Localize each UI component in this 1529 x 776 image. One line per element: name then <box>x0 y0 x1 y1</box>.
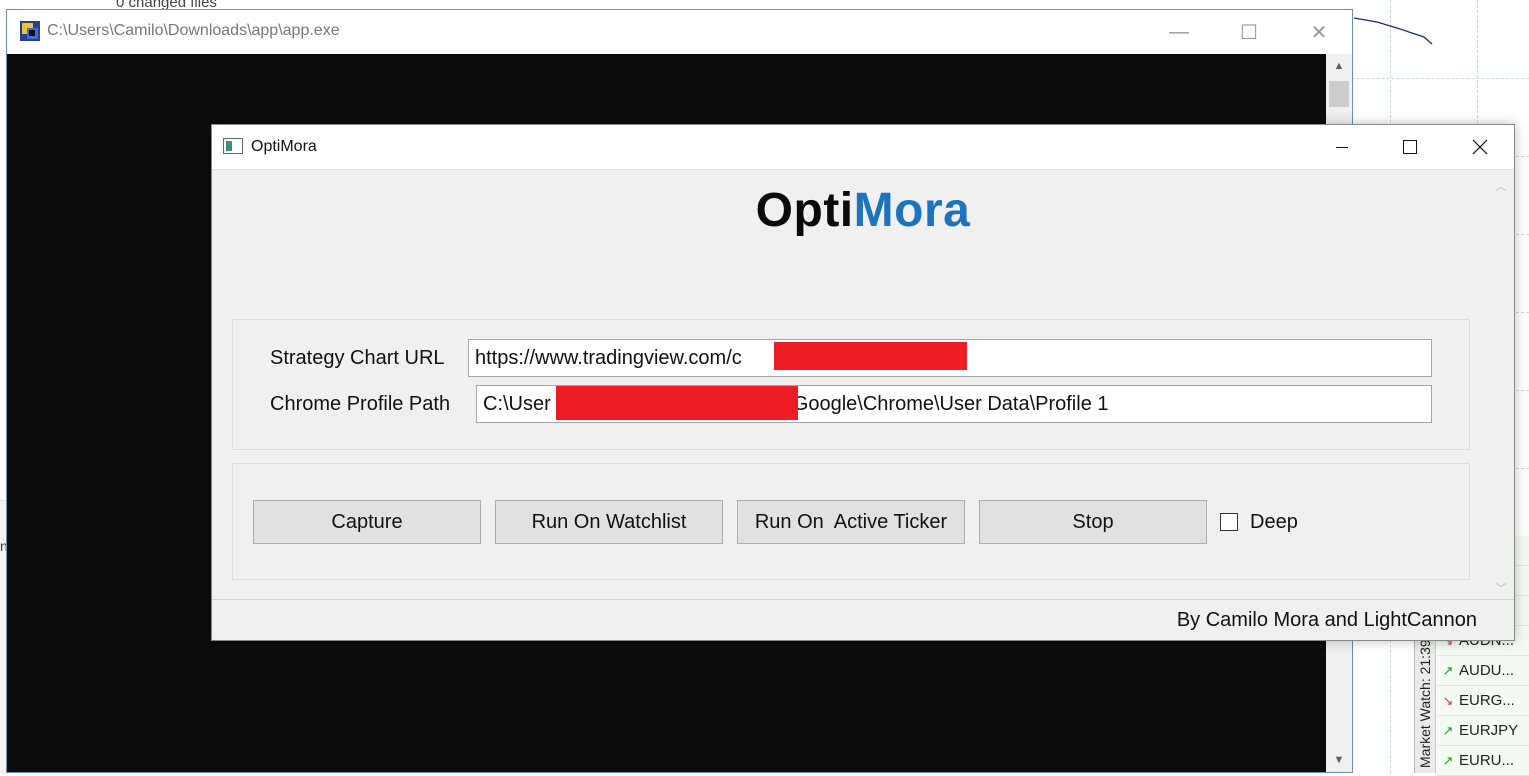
console-close-button[interactable]: ✕ <box>1299 18 1339 46</box>
app-exe-icon <box>20 21 40 41</box>
scroll-up-icon[interactable]: ▲ <box>1326 60 1352 72</box>
minimize-button[interactable] <box>1312 129 1372 165</box>
market-watch-row[interactable]: ↗ EURJPY <box>1437 716 1529 746</box>
logo-mora: Mora <box>853 184 971 237</box>
chrome-profile-suffix: Google\Chrome\User Data\Profile 1 <box>792 393 1109 415</box>
deep-checkbox-label[interactable]: Deep <box>1250 511 1298 534</box>
minimize-icon <box>1336 147 1348 148</box>
arrow-up-icon: ↗ <box>1442 752 1454 768</box>
optimora-titlebar[interactable]: OptiMora <box>212 125 1514 170</box>
redaction-bar <box>774 342 967 370</box>
chevron-down-icon[interactable]: ﹀ <box>1488 580 1514 596</box>
chevron-up-icon[interactable]: ︿ <box>1488 178 1514 194</box>
console-maximize-button[interactable]: ☐ <box>1229 18 1269 46</box>
market-watch-symbol: EURU... <box>1459 752 1515 769</box>
console-minimize-button[interactable]: — <box>1159 18 1199 46</box>
run-active-ticker-button[interactable]: Run On Active Ticker <box>737 500 965 544</box>
market-watch-symbol: EURG... <box>1459 692 1515 709</box>
chrome-profile-input[interactable]: C:\User Google\Chrome\User Data\Profile 1 <box>476 385 1432 423</box>
maximize-button[interactable] <box>1380 129 1440 165</box>
window-title: OptiMora <box>251 138 317 155</box>
deep-checkbox[interactable]: Deep <box>1220 500 1298 544</box>
window-icon <box>223 138 243 154</box>
strategy-url-value: https://www.tradingview.com/c <box>475 347 742 369</box>
run-watchlist-button[interactable]: Run On Watchlist <box>495 500 723 544</box>
settings-group: Strategy Chart URL https://www.tradingvi… <box>232 319 1470 450</box>
close-button[interactable] <box>1450 129 1510 165</box>
arrow-up-icon: ↗ <box>1442 662 1454 678</box>
market-watch-row[interactable]: ↘ EURG... <box>1437 686 1529 716</box>
scroll-down-icon[interactable]: ▼ <box>1326 754 1352 766</box>
market-watch-row[interactable]: ↗ AUDU... <box>1437 656 1529 686</box>
optimora-logo: OptiMora <box>212 183 1514 238</box>
maximize-icon <box>1403 140 1417 154</box>
market-watch-symbol: EURJPY <box>1459 722 1519 739</box>
console-scroll-thumb[interactable] <box>1329 81 1349 107</box>
credits-text: By Camilo Mora and LightCannon <box>1176 609 1477 631</box>
strategy-url-input[interactable]: https://www.tradingview.com/c <box>468 339 1432 377</box>
console-title: C:\Users\Camilo\Downloads\app\app.exe <box>47 22 340 39</box>
status-bar: By Camilo Mora and LightCannon <box>212 599 1514 640</box>
market-watch-row[interactable]: ↗ EURU... <box>1437 746 1529 776</box>
optimora-scrollbar[interactable]: ︿ ﹀ <box>1488 170 1514 600</box>
optimora-window: OptiMora OptiMora Strategy Chart URL htt… <box>211 124 1515 641</box>
deep-checkbox-box[interactable] <box>1220 513 1238 531</box>
logo-opti: Opti <box>755 184 854 237</box>
arrow-up-icon: ↗ <box>1442 722 1454 738</box>
capture-button[interactable]: Capture <box>253 500 481 544</box>
stop-button[interactable]: Stop <box>979 500 1207 544</box>
chrome-profile-prefix: C:\User <box>483 393 551 415</box>
actions-group: Capture Run On Watchlist Run On Active T… <box>232 463 1470 580</box>
redaction-bar <box>556 386 798 420</box>
chrome-profile-label: Chrome Profile Path <box>270 393 451 415</box>
console-titlebar[interactable]: C:\Users\Camilo\Downloads\app\app.exe — … <box>7 10 1352 54</box>
market-watch-symbol: AUDU... <box>1459 662 1515 679</box>
close-icon <box>1472 139 1488 155</box>
arrow-down-icon: ↘ <box>1442 692 1454 708</box>
strategy-url-label: Strategy Chart URL <box>270 347 445 369</box>
